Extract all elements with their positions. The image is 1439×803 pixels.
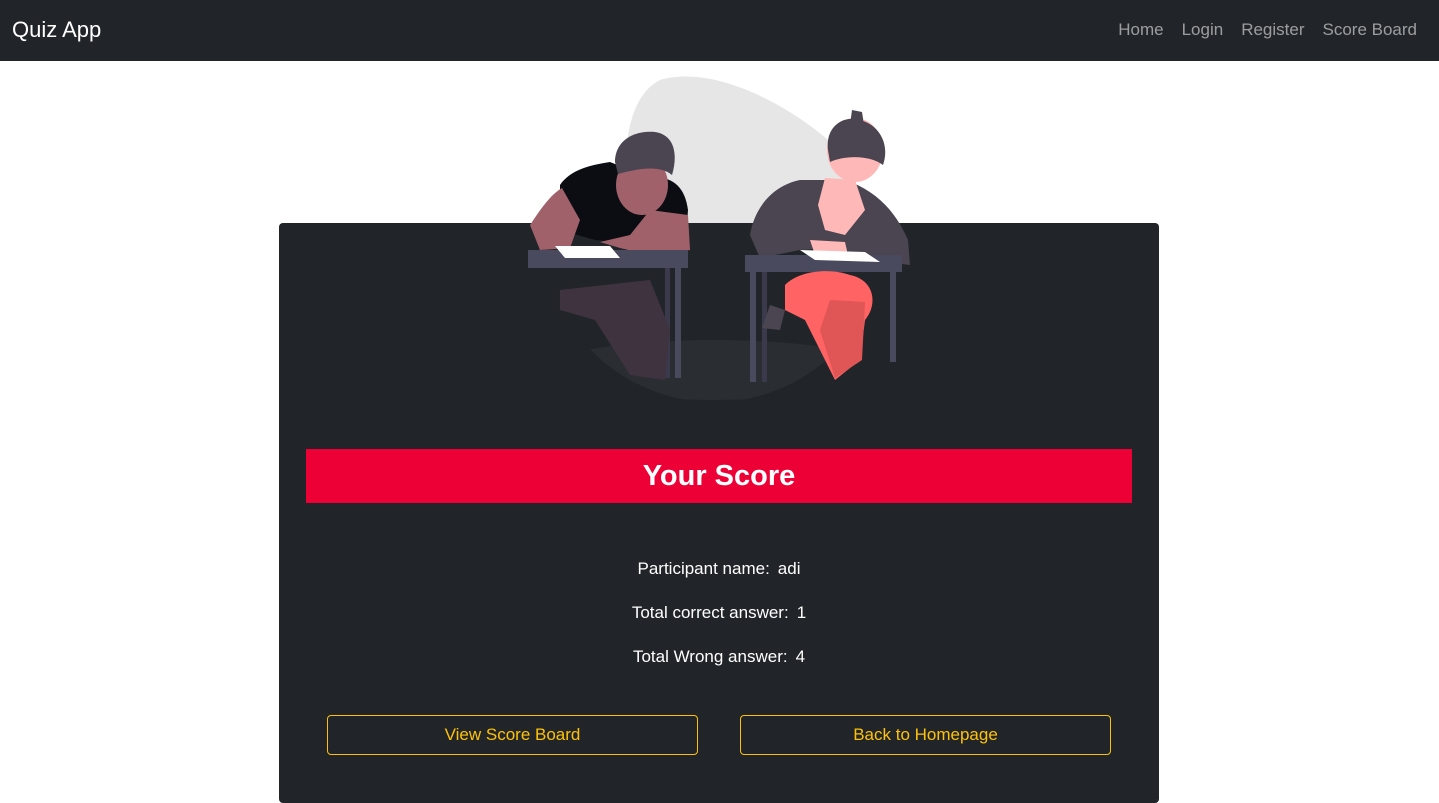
back-to-homepage-button[interactable]: Back to Homepage (740, 715, 1111, 755)
wrong-answer-label: Total Wrong answer: (632, 647, 788, 666)
brand-link[interactable]: Quiz App (12, 15, 101, 45)
top-navbar: Quiz App Home Login Register Score Board (0, 0, 1439, 61)
score-banner: Your Score (306, 449, 1132, 503)
wrong-answer-row: Total Wrong answer: 4 (279, 645, 1159, 669)
correct-answer-label: Total correct answer: (631, 603, 789, 622)
nav-scoreboard-link[interactable]: Score Board (1323, 18, 1418, 42)
nav-links: Home Login Register Score Board (1118, 18, 1417, 42)
correct-answer-row: Total correct answer: 1 (279, 601, 1159, 625)
wrong-answer-value: 4 (795, 647, 806, 666)
view-score-board-button[interactable]: View Score Board (327, 715, 698, 755)
nav-home-link[interactable]: Home (1118, 18, 1163, 42)
participant-name-row: Participant name: adi (279, 557, 1159, 581)
nav-login-link[interactable]: Login (1182, 18, 1224, 42)
nav-register-link[interactable]: Register (1241, 18, 1304, 42)
score-card: Your Score Participant name: adi Total co… (279, 110, 1159, 803)
students-taking-exam-illustration-icon (528, 110, 910, 400)
score-title: Your Score (642, 459, 796, 492)
participant-name-value: adi (777, 559, 801, 578)
participant-name-label: Participant name: (637, 559, 770, 578)
correct-answer-value: 1 (796, 603, 807, 622)
